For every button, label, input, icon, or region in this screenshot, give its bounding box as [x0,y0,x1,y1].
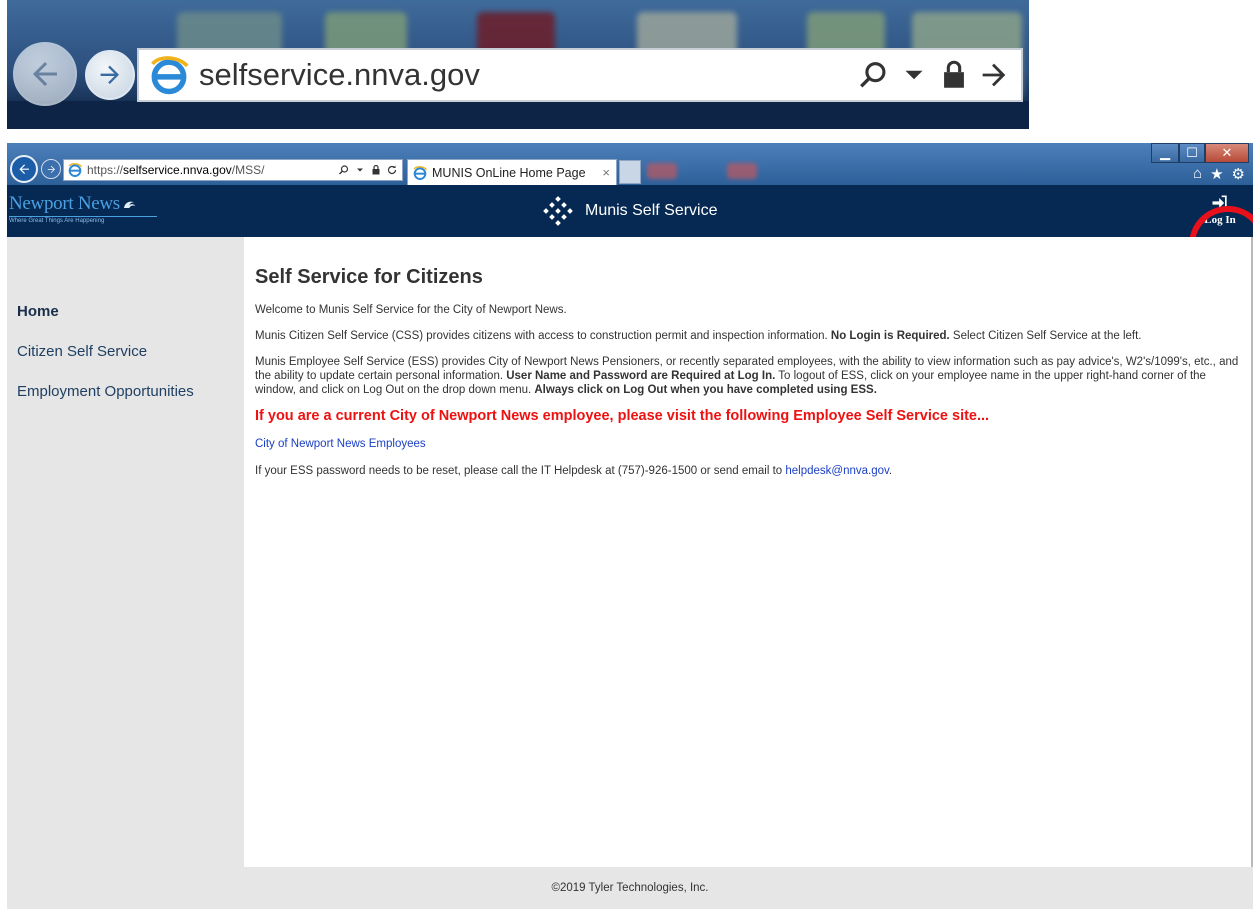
main-content: Self Service for Citizens Welcome to Mun… [244,237,1253,867]
blurred-tab-icon [727,163,757,179]
window-controls: ▁ ☐ ✕ [1151,143,1249,163]
arrow-right-icon [100,65,120,85]
log-in-label: Log In [1204,214,1236,226]
favorites-star-icon[interactable]: ★ [1210,165,1223,183]
ie-logo-icon [151,56,189,95]
search-icon[interactable] [338,164,350,176]
tab-close-icon[interactable]: × [602,165,610,180]
sidebar-item-home[interactable]: Home [17,303,59,320]
password-reset-text: If your ESS password needs to be reset, … [255,465,893,477]
wave-icon [123,201,136,208]
employee-notice: If you are a current City of Newport New… [255,408,990,424]
tab-title: MUNIS OnLine Home Page [432,165,586,180]
sign-in-icon [1212,195,1227,211]
address-bar[interactable]: https://selfservice.nnva.gov/MSS/ [63,159,403,181]
arrow-right-icon [47,165,55,173]
chevron-down-icon[interactable] [897,58,931,92]
gear-icon[interactable]: ⚙ [1232,165,1245,183]
lock-icon[interactable] [370,164,382,176]
browser-title-bar: ▁ ☐ ✕ https://selfservice.nnva.gov/MSS/ [7,143,1253,185]
close-button[interactable]: ✕ [1205,143,1249,163]
logout-reminder-text: Always click on Log Out when you have co… [534,384,877,396]
welcome-text: Welcome to Munis Self Service for the Ci… [255,304,567,316]
zoomed-address-bar-inset: selfservice.nnva.gov [7,0,1029,129]
employees-link[interactable]: City of Newport News Employees [255,438,426,450]
sidebar-nav: Home Citizen Self Service Employment Opp… [7,237,244,867]
chevron-down-icon[interactable] [354,164,366,176]
css-description: Munis Citizen Self Service (CSS) provide… [255,330,1142,342]
tab-munis-home[interactable]: MUNIS OnLine Home Page × [407,159,617,185]
go-arrow-icon[interactable] [977,58,1011,92]
url-scheme: https:// [87,163,124,177]
zoom-url-text: selfservice.nnva.gov [199,57,480,92]
ie-logo-icon [413,165,428,180]
copyright-text: ©2019 Tyler Technologies, Inc. [551,882,709,894]
blurred-tab-icon [647,163,677,179]
browser-toolbar-icons: ⌂ ★ ⚙ [1193,165,1245,183]
credentials-required-text: User Name and Password are Required at L… [506,370,776,382]
url-host: selfservice.nnva.gov [123,163,232,177]
search-icon[interactable] [857,58,891,92]
maximize-button[interactable]: ☐ [1179,143,1205,163]
lock-icon[interactable] [937,58,971,92]
zoom-address-field[interactable]: selfservice.nnva.gov [137,48,1023,102]
no-login-required-text: No Login is Required. [830,330,950,342]
zoom-back-button[interactable] [13,42,77,106]
new-tab-button[interactable] [619,160,641,184]
newport-news-logo[interactable]: Newport News Where Great Things Are Happ… [9,193,157,224]
minimize-button[interactable]: ▁ [1151,143,1179,163]
inset-bottom-bar [7,101,1029,129]
address-url: https://selfservice.nnva.gov/MSS/ [87,163,264,177]
back-button[interactable] [10,155,38,183]
browser-window: ▁ ☐ ✕ https://selfservice.nnva.gov/MSS/ [7,143,1253,909]
zoom-forward-button[interactable] [85,50,135,100]
page-title: Self Service for Citizens [255,266,483,288]
page-footer: ©2019 Tyler Technologies, Inc. [7,867,1253,909]
url-path: /MSS/ [231,163,265,177]
helpdesk-email-link[interactable]: helpdesk@nnva.gov [785,465,889,477]
sidebar-item-citizen-self-service[interactable]: Citizen Self Service [17,343,147,360]
arrow-left-icon [19,164,29,174]
ie-logo-icon [68,163,83,177]
munis-logo-icon [543,196,573,226]
brand-tagline: Where Great Things Are Happening [9,216,157,224]
refresh-icon[interactable] [386,164,398,176]
brand-name: Newport News [9,193,120,214]
forward-button[interactable] [41,159,61,179]
log-in-button[interactable]: Log In [1201,193,1239,226]
app-title: Munis Self Service [585,202,718,219]
home-icon[interactable]: ⌂ [1193,165,1202,183]
app-title-area: Munis Self Service [541,185,718,237]
site-header: Newport News Where Great Things Are Happ… [7,185,1253,284]
arrow-left-icon [33,62,57,86]
sidebar-item-employment-opportunities[interactable]: Employment Opportunities [17,383,194,400]
ess-description: Munis Employee Self Service (ESS) provid… [255,356,1239,396]
